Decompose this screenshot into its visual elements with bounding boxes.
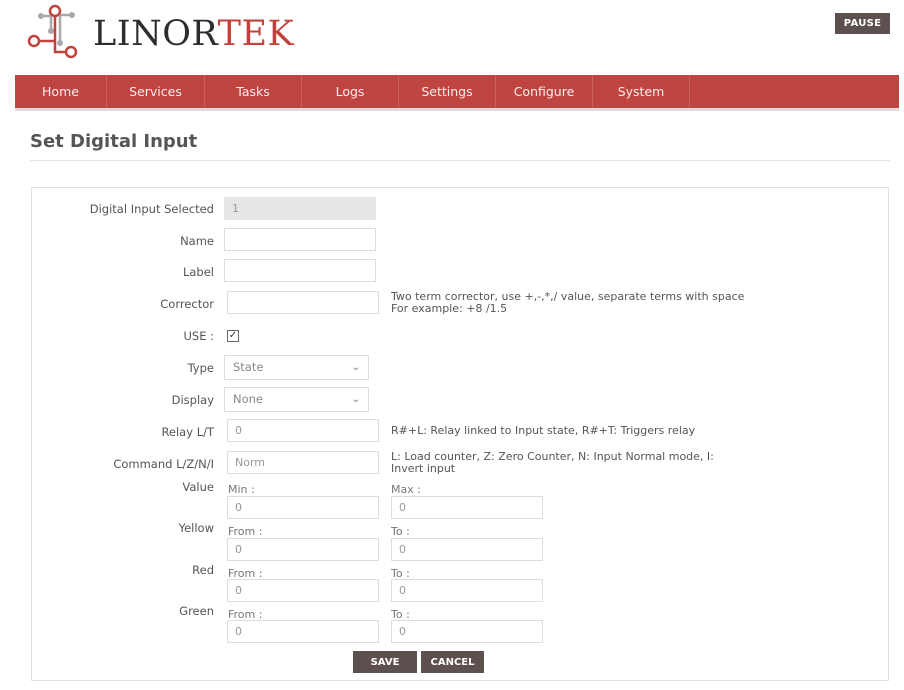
command-hint: L: Load counter, Z: Zero Counter, N: Inp… xyxy=(391,451,714,475)
type-selected-value: State xyxy=(233,360,264,374)
logo-text-tek: TEK xyxy=(217,14,295,54)
logo-text: LINORTEK xyxy=(93,12,294,56)
value-max-field[interactable] xyxy=(391,496,543,519)
relay-field[interactable] xyxy=(227,419,379,442)
header: LINORTEK PAUSE xyxy=(0,0,904,75)
label-label: Label xyxy=(182,265,214,279)
yellow-from-field[interactable] xyxy=(227,538,379,561)
cancel-button[interactable]: CANCEL xyxy=(421,651,484,673)
use-label: USE : xyxy=(183,329,214,343)
pause-button[interactable]: PAUSE xyxy=(835,13,890,34)
corrector-label: Corrector xyxy=(160,297,214,311)
value-min-label: Min : xyxy=(228,483,255,496)
logo-text-linor: LINOR xyxy=(93,14,218,54)
nav-logs[interactable]: Logs xyxy=(302,75,399,108)
green-from-field[interactable] xyxy=(227,620,379,643)
digital-input-selected-field xyxy=(224,197,376,220)
command-hint-line2: Invert input xyxy=(391,462,456,475)
command-field[interactable] xyxy=(227,451,379,474)
title-divider xyxy=(30,160,890,161)
value-max-label: Max : xyxy=(391,483,421,496)
red-label: Red xyxy=(192,563,214,577)
yellow-label: Yellow xyxy=(178,521,214,535)
nav-tasks[interactable]: Tasks xyxy=(205,75,302,108)
chevron-down-icon: ⌄ xyxy=(351,394,360,405)
relay-hint: R#+L: Relay linked to Input state, R#+T:… xyxy=(391,424,696,437)
main-nav: Home Services Tasks Logs Settings Config… xyxy=(15,75,899,111)
circuit-logo-icon xyxy=(27,4,78,59)
yellow-from-label: From : xyxy=(228,525,263,538)
name-label: Name xyxy=(180,234,214,248)
digital-input-form: Digital Input Selected Name Label Correc… xyxy=(31,187,889,681)
corrector-field[interactable] xyxy=(227,291,379,314)
page-title: Set Digital Input xyxy=(30,131,198,152)
red-from-field[interactable] xyxy=(227,579,379,602)
yellow-to-label: To : xyxy=(391,525,410,538)
value-label: Value xyxy=(182,480,214,494)
nav-system[interactable]: System xyxy=(593,75,690,108)
corrector-hint: Two term corrector, use +,-,*,/ value, s… xyxy=(391,291,744,315)
use-checkbox[interactable]: ✓ xyxy=(227,330,239,342)
type-label: Type xyxy=(187,361,214,375)
nav-settings[interactable]: Settings xyxy=(399,75,496,108)
display-selected-value: None xyxy=(233,392,264,406)
linortek-logo[interactable]: LINORTEK xyxy=(27,3,294,65)
name-field[interactable] xyxy=(224,228,376,251)
digital-input-selected-label: Digital Input Selected xyxy=(89,202,214,216)
green-label: Green xyxy=(179,604,214,618)
yellow-to-field[interactable] xyxy=(391,538,543,561)
nav-home[interactable]: Home xyxy=(15,75,107,108)
green-to-field[interactable] xyxy=(391,620,543,643)
relay-label: Relay L/T xyxy=(161,425,214,439)
chevron-down-icon: ⌄ xyxy=(351,362,360,373)
nav-services[interactable]: Services xyxy=(107,75,205,108)
save-button[interactable]: SAVE xyxy=(353,651,417,673)
display-select[interactable]: None ⌄ xyxy=(224,387,369,412)
corrector-hint-line2: For example: +8 /1.5 xyxy=(391,302,508,315)
display-label: Display xyxy=(171,393,214,407)
type-select[interactable]: State ⌄ xyxy=(224,355,369,380)
red-to-field[interactable] xyxy=(391,579,543,602)
nav-configure[interactable]: Configure xyxy=(496,75,593,108)
command-label: Command L/Z/N/I xyxy=(113,457,214,471)
label-field[interactable] xyxy=(224,259,376,282)
value-min-field[interactable] xyxy=(227,496,379,519)
